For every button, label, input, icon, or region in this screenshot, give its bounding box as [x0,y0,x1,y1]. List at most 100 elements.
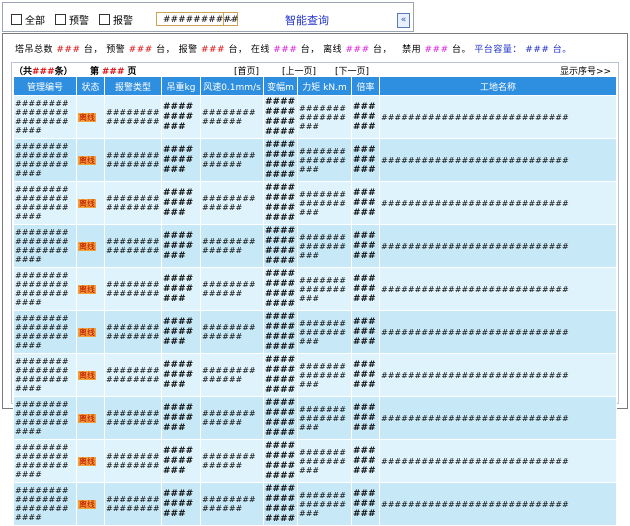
cell-alarm-type: ################ [104,310,162,354]
header-weight[interactable]: 吊重kg [161,76,201,96]
table-row[interactable]: ############################ 离线 ##########… [13,310,617,354]
tower-crane-table: 管理编号 状态 报警类型 吊重kg 风速0.1mm/s 变幅m 力矩 kN.m … [13,76,617,526]
checkbox-warn-box[interactable] [55,13,66,25]
cell-alarm-type: ################ [104,396,162,440]
collapse-icon[interactable]: « [397,13,410,28]
stats-total-label: 塔吊总数 [15,45,54,55]
stats-unit: 台， [156,45,176,55]
cell-site-name: ############################ [379,482,617,526]
cell-status-text[interactable]: 离线 [78,198,96,208]
cell-status: 离线 [76,353,105,397]
cell-site-name-text: ############################ [381,241,569,251]
table-row[interactable]: ############################ 离线 ##########… [13,353,617,397]
header-status[interactable]: 状态 [76,76,105,96]
cell-id: ############################ [13,95,77,139]
cell-status-text[interactable]: 离线 [78,241,96,251]
cell-wind-speed: ############## [200,181,264,225]
cell-ratio: ######### [351,267,380,311]
cell-torque: ################# [297,310,352,354]
cell-site-name: ############################ [379,138,617,182]
stats-platform-unit: 台。 [552,45,572,55]
cell-wind-speed-text: ############## [202,280,256,298]
table-row[interactable]: ############################ 离线 ##########… [13,482,617,526]
cell-torque-text: ################# [299,490,346,518]
stats-disabled-value: ### [424,45,449,55]
cell-amplitude: ################ [263,138,298,182]
cell-ratio: ######### [351,224,380,268]
header-site-name[interactable]: 工地名称 [379,76,617,96]
smart-query-link[interactable]: 智能查询 [285,12,329,28]
cell-ratio-text: ######### [353,102,376,132]
table-row[interactable]: ############################ 离线 ##########… [13,181,617,225]
cell-torque-text: ################# [299,146,346,174]
cell-status-text[interactable]: 离线 [78,456,96,466]
cell-amplitude: ################ [263,439,298,483]
table-row[interactable]: ############################ 离线 ##########… [13,267,617,311]
header-amplitude[interactable]: 变幅m [263,76,298,96]
cell-status-text[interactable]: 离线 [78,413,96,423]
cell-amplitude: ################ [263,95,298,139]
cell-ratio-text: ######### [353,446,376,476]
cell-alarm-type-text: ################ [106,495,160,513]
table-row[interactable]: ############################ 离线 ##########… [13,95,617,139]
header-ratio[interactable]: 倍率 [351,76,380,96]
header-torque[interactable]: 力矩 kN.m [297,76,352,96]
cell-weight: ########### [161,396,201,440]
table-container: （共###条） 第 ### 页 [首页] [上一页] [下一页] 显示序号>> … [11,62,619,526]
chevron-down-icon[interactable]: ⌄ [223,13,237,25]
cell-status-text[interactable]: 离线 [78,155,96,165]
checkbox-warn[interactable]: 预警 [55,12,89,27]
cell-site-name-text: ############################ [381,413,569,423]
cell-status-text[interactable]: 离线 [78,112,96,122]
checkbox-alarm[interactable]: 报警 [99,12,133,27]
cell-alarm-type: ################ [104,181,162,225]
cell-alarm-type-text: ################ [106,280,160,298]
cell-alarm-type-text: ################ [106,323,160,341]
cell-ratio-text: ######### [353,360,376,390]
cell-amplitude: ################ [263,353,298,397]
cell-torque: ################# [297,353,352,397]
cell-weight-text: ########### [163,188,194,218]
cell-ratio: ######### [351,439,380,483]
cell-ratio-text: ######### [353,231,376,261]
cell-id: ############################ [13,482,77,526]
cell-ratio: ######### [351,353,380,397]
table-row[interactable]: ############################ 离线 ##########… [13,439,617,483]
cell-amplitude-text: ################ [265,269,296,309]
cell-weight-text: ########### [163,489,194,519]
cell-status-text[interactable]: 离线 [78,499,96,509]
cell-wind-speed-text: ############## [202,323,256,341]
cell-site-name: ############################ [379,95,617,139]
cell-torque: ################# [297,439,352,483]
cell-weight-text: ########### [163,403,194,433]
cell-torque-text: ################# [299,232,346,260]
cell-weight: ########### [161,353,201,397]
cell-weight-text: ########### [163,274,194,304]
cell-wind-speed-text: ############## [202,409,256,427]
checkbox-all[interactable]: 全部 [11,12,45,27]
table-row[interactable]: ############################ 离线 ##########… [13,224,617,268]
checkbox-all-box[interactable] [11,13,22,25]
cell-torque-text: ################# [299,189,346,217]
cell-alarm-type: ################ [104,138,162,182]
cell-amplitude-text: ################ [265,97,296,137]
checkbox-alarm-box[interactable] [99,13,110,25]
header-id[interactable]: 管理编号 [13,76,77,96]
header-wind-speed[interactable]: 风速0.1mm/s [200,76,264,96]
cell-status-text[interactable]: 离线 [78,284,96,294]
cell-status-text[interactable]: 离线 [78,327,96,337]
table-row[interactable]: ############################ 离线 ##########… [13,396,617,440]
cell-id-text: ############################ [15,99,69,135]
cell-torque-text: ################# [299,275,346,303]
table-row[interactable]: ############################ 离线 ##########… [13,138,617,182]
cell-torque: ################# [297,138,352,182]
stats-offline-value: ### [345,45,370,55]
stats-unit: 台， [300,45,320,55]
project-select[interactable]: ########## ⌄ [156,12,238,26]
cell-status-text[interactable]: 离线 [78,370,96,380]
header-alarm-type[interactable]: 报警类型 [104,76,162,96]
cell-weight-text: ########### [163,102,194,132]
stats-online-label: 在线 [250,45,270,55]
cell-weight: ########### [161,181,201,225]
cell-amplitude: ################ [263,181,298,225]
